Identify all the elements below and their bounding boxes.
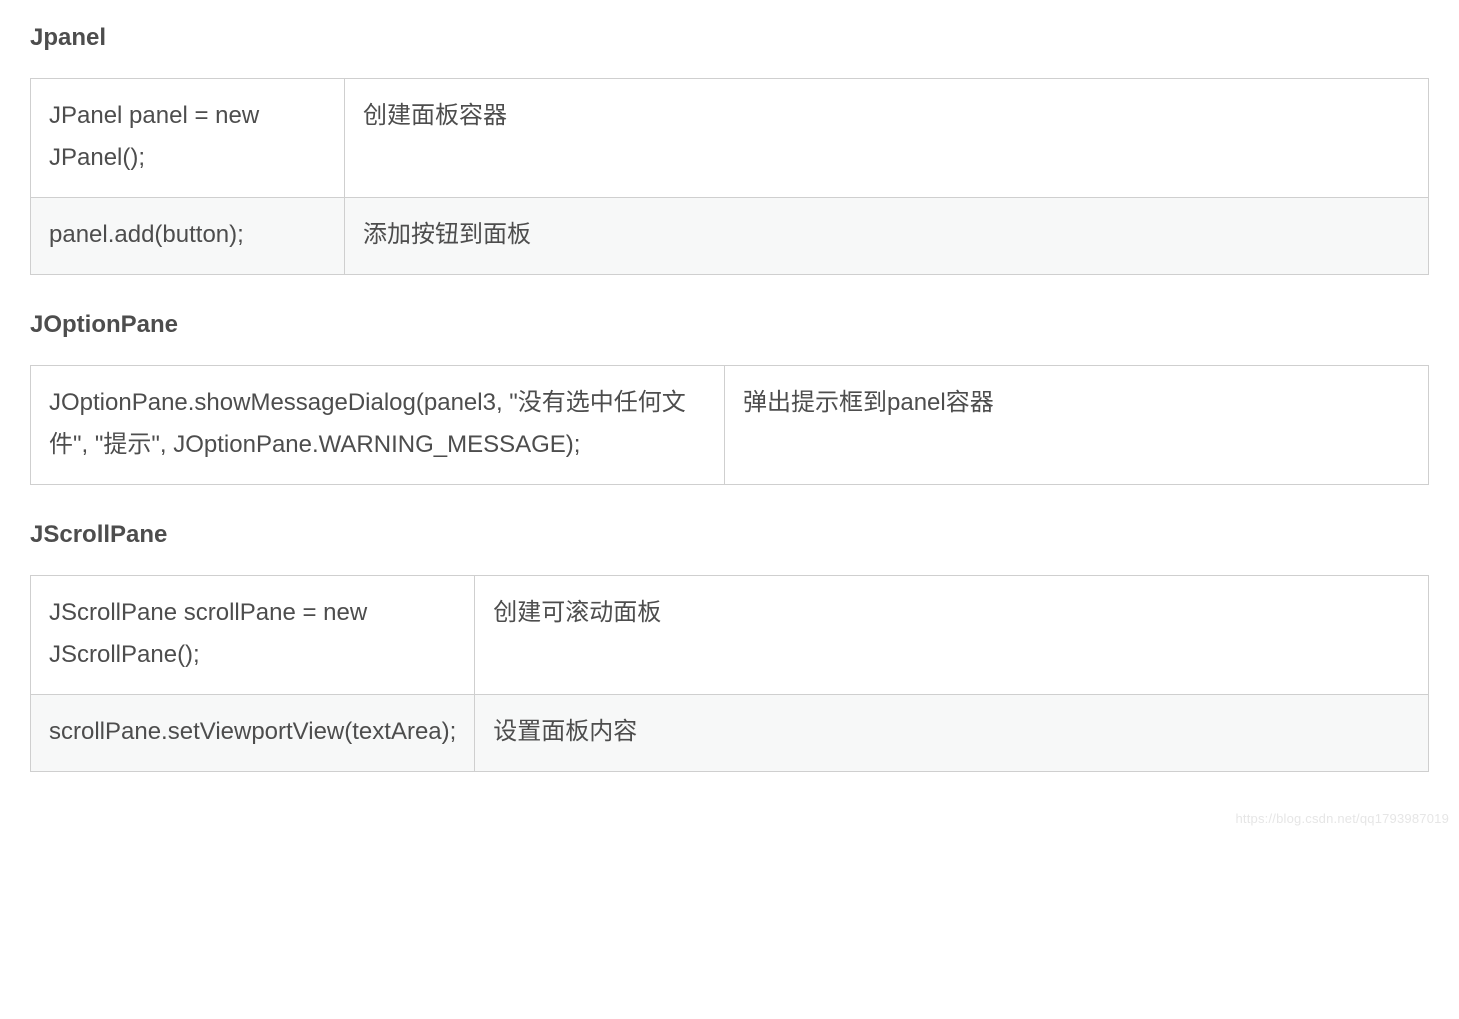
heading-jpanel: Jpanel xyxy=(30,24,1429,52)
heading-jscrollpane: JScrollPane xyxy=(30,521,1429,549)
table-jscrollpane: JScrollPane scrollPane = new JScrollPane… xyxy=(30,575,1429,772)
table-row: panel.add(button); 添加按钮到面板 xyxy=(31,198,1429,275)
heading-joptionpane: JOptionPane xyxy=(30,311,1429,339)
code-cell: scrollPane.setViewportView(textArea); xyxy=(31,695,475,772)
desc-cell: 创建面板容器 xyxy=(345,79,1429,198)
code-cell: JScrollPane scrollPane = new JScrollPane… xyxy=(31,576,475,695)
code-cell: JOptionPane.showMessageDialog(panel3, "没… xyxy=(31,366,725,485)
desc-cell: 添加按钮到面板 xyxy=(345,198,1429,275)
table-joptionpane: JOptionPane.showMessageDialog(panel3, "没… xyxy=(30,365,1429,485)
section-jscrollpane: JScrollPane JScrollPane scrollPane = new… xyxy=(30,521,1429,772)
section-jpanel: Jpanel JPanel panel = new JPanel(); 创建面板… xyxy=(30,24,1429,275)
code-cell: JPanel panel = new JPanel(); xyxy=(31,79,345,198)
desc-cell: 设置面板内容 xyxy=(475,695,1429,772)
watermark: https://blog.csdn.net/qq1793987019 xyxy=(1235,811,1449,826)
desc-cell: 弹出提示框到panel容器 xyxy=(725,366,1429,485)
table-row: JOptionPane.showMessageDialog(panel3, "没… xyxy=(31,366,1429,485)
desc-cell: 创建可滚动面板 xyxy=(475,576,1429,695)
table-row: scrollPane.setViewportView(textArea); 设置… xyxy=(31,695,1429,772)
table-row: JScrollPane scrollPane = new JScrollPane… xyxy=(31,576,1429,695)
table-jpanel: JPanel panel = new JPanel(); 创建面板容器 pane… xyxy=(30,78,1429,275)
code-cell: panel.add(button); xyxy=(31,198,345,275)
table-row: JPanel panel = new JPanel(); 创建面板容器 xyxy=(31,79,1429,198)
section-joptionpane: JOptionPane JOptionPane.showMessageDialo… xyxy=(30,311,1429,485)
